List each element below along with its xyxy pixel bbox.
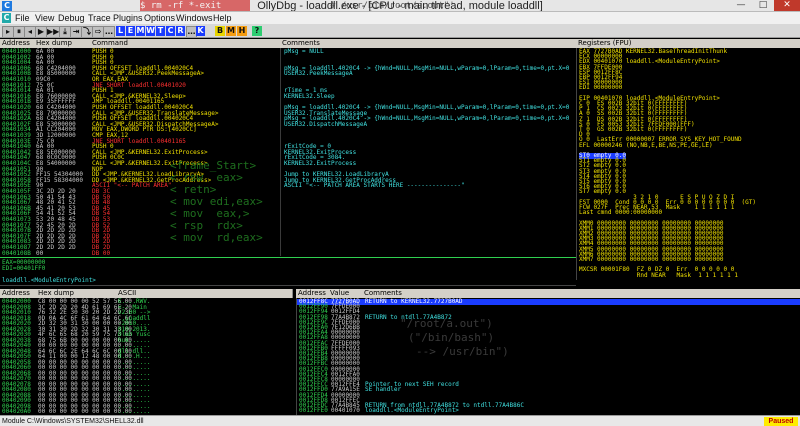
stack-comment: loaddll.<ModuleEntryPoint>	[365, 407, 459, 415]
menu-trace[interactable]: Trace	[88, 12, 111, 24]
ghost-right-line: "/root/a.out")	[400, 318, 493, 330]
toolbar-modules-button[interactable]: E	[126, 26, 135, 36]
dump-header-ascii[interactable]: ASCII	[116, 289, 293, 298]
olly-icon[interactable]: C	[2, 13, 11, 23]
stack-address: 0012FFE0	[299, 407, 328, 415]
register-line: T 0 GS 002B 32bit 0(FFFFFFFF)	[579, 126, 688, 133]
disasm-command: DB 00	[92, 249, 111, 256]
toolbar-callstack-button[interactable]: K	[196, 26, 205, 36]
ghost-text-right: "/root/a.out") ("/bin/bash") --> /usr/bin"…	[400, 318, 600, 378]
toolbar-breakpoints-button[interactable]: B	[215, 26, 225, 36]
menu-options[interactable]: Options	[144, 12, 175, 24]
stack-value: 00401070	[331, 407, 360, 415]
info-line-2: EDI=00401FF0	[2, 265, 46, 272]
register-line: XMM7 00000000 00000000 00000000 00000000	[579, 256, 724, 263]
dump-pane[interactable]: 00402000 C8 00 00 00 00 52 57 56 00 È....R…	[0, 298, 290, 415]
disasm-header-comments[interactable]: Comments	[280, 39, 579, 48]
status-bar: Module C:\Windows\SYSTEM32\SHELL32.dll P…	[0, 415, 800, 426]
toolbar-memory-bp-button[interactable]: M	[226, 26, 236, 36]
stack-header-address[interactable]: Address	[296, 289, 331, 298]
stack-comment: RETURN to KERNEL32.7727B0AD	[365, 298, 463, 305]
disasm-hex: 00	[36, 249, 44, 256]
stack-header-comments[interactable]: Comments	[362, 289, 800, 298]
toolbar-log-button[interactable]: L	[116, 26, 125, 36]
disasm-header-hex[interactable]: Hex dump	[34, 39, 93, 48]
register-line: Rnd NEAR Mask 1 1 1 1 1 1	[579, 271, 738, 279]
registers-pane[interactable]: EAX 7727B0AD KERNEL32.BaseThreadInitThun…	[576, 48, 800, 280]
ghost-text-line: < mov eax,>	[170, 207, 250, 220]
info-pane: EAX=00000000 EDI=00401FF0 loaddll.<Modul…	[0, 257, 576, 286]
title-bar: C $ rm -rf *-exit # /usr/bin/root/a.out"…	[0, 0, 800, 12]
disasm-header-address[interactable]: Address	[0, 39, 37, 48]
toolbar-run-thread-button[interactable]: ▶▶	[46, 26, 60, 37]
ghost-text-line: <frame_Start>	[170, 160, 257, 172]
toolbar-memory-button[interactable]: M	[136, 26, 145, 36]
status-paused-badge: Paused	[764, 417, 798, 426]
menu-plugins[interactable]: Plugins	[113, 12, 143, 24]
menu-windows[interactable]: Windows	[176, 12, 213, 24]
maximize-button[interactable]: □	[752, 0, 774, 11]
disasm-address: 0040108B	[2, 249, 31, 256]
toolbar-hardware-bp-button[interactable]: H	[237, 26, 247, 36]
ghost-text-line: < retn>	[170, 183, 217, 196]
toolbar-cpu-button[interactable]: C	[166, 26, 175, 36]
ghost-text-layer: <frame_Start> < rsw eax> < retn> < mov edi,…	[170, 160, 470, 250]
ghost-text-line: < rsp rdx>	[170, 219, 243, 232]
window-title: OllyDbg - loaddll.exe - [CPU - main thre…	[257, 0, 543, 12]
disasm-comment: USER32.PeekMessageA	[284, 70, 353, 78]
register-line: EDI 00000000	[579, 84, 623, 92]
register-line: EFL 00000246 (NO,NB,E,BE,NS,PE,GE,LE)	[579, 141, 713, 149]
minimize-button[interactable]: —	[730, 0, 752, 11]
dump-header-hex[interactable]: Hex dump	[36, 289, 119, 298]
ghost-right-line: --> /usr/bin")	[416, 345, 509, 358]
ghost-text-line: < rsw eax>	[170, 171, 243, 184]
ghost-text-line: < mov rd,eax>	[170, 231, 263, 244]
disasm-comment: KERNEL32.Sleep	[284, 92, 335, 100]
menu-view[interactable]: View	[35, 12, 54, 24]
register-line: Last cmnd 0000:00000000	[579, 209, 663, 217]
toolbar-threads-button[interactable]: T	[156, 26, 165, 36]
toolbar: ▸ ⏸ ◂ ▶ ▶▶ ⤓ ⇥ ⤵ ⇨ … L E M W T C R … K B…	[0, 24, 800, 38]
registers-header[interactable]: Registers (FPU)	[576, 39, 800, 48]
ghost-text-line: < mov edi,eax>	[170, 195, 263, 208]
info-footer: loaddll.<ModuleEntryPoint>	[2, 277, 96, 284]
toolbar-windows-button[interactable]: W	[146, 26, 155, 36]
close-button[interactable]: ✕	[774, 0, 800, 11]
menu-debug[interactable]: Debug	[58, 12, 85, 24]
disasm-comment: USER32.DispatchMessageA	[284, 120, 368, 128]
menu-file[interactable]: File	[15, 12, 30, 24]
toolbar-references-button[interactable]: R	[176, 26, 185, 36]
status-module-text: Module C:\Windows\SYSTEM32\SHELL32.dll	[2, 418, 144, 425]
disasm-header-command[interactable]: Command	[90, 39, 283, 48]
ghost-right-line: ("/bin/bash")	[408, 331, 495, 344]
menu-help[interactable]: Help	[213, 12, 232, 24]
disasm-comment: pMsg = NULL	[284, 48, 324, 55]
toolbar-help-button[interactable]: ?	[252, 26, 262, 36]
menu-bar: C File View Debug Trace Plugins Options …	[0, 12, 800, 24]
toolbar-till-return-button[interactable]: …	[103, 26, 115, 37]
stack-comment: SE handler	[365, 386, 402, 394]
dump-header-address[interactable]: Address	[0, 289, 39, 298]
stack-header-value[interactable]: Value	[328, 289, 365, 298]
